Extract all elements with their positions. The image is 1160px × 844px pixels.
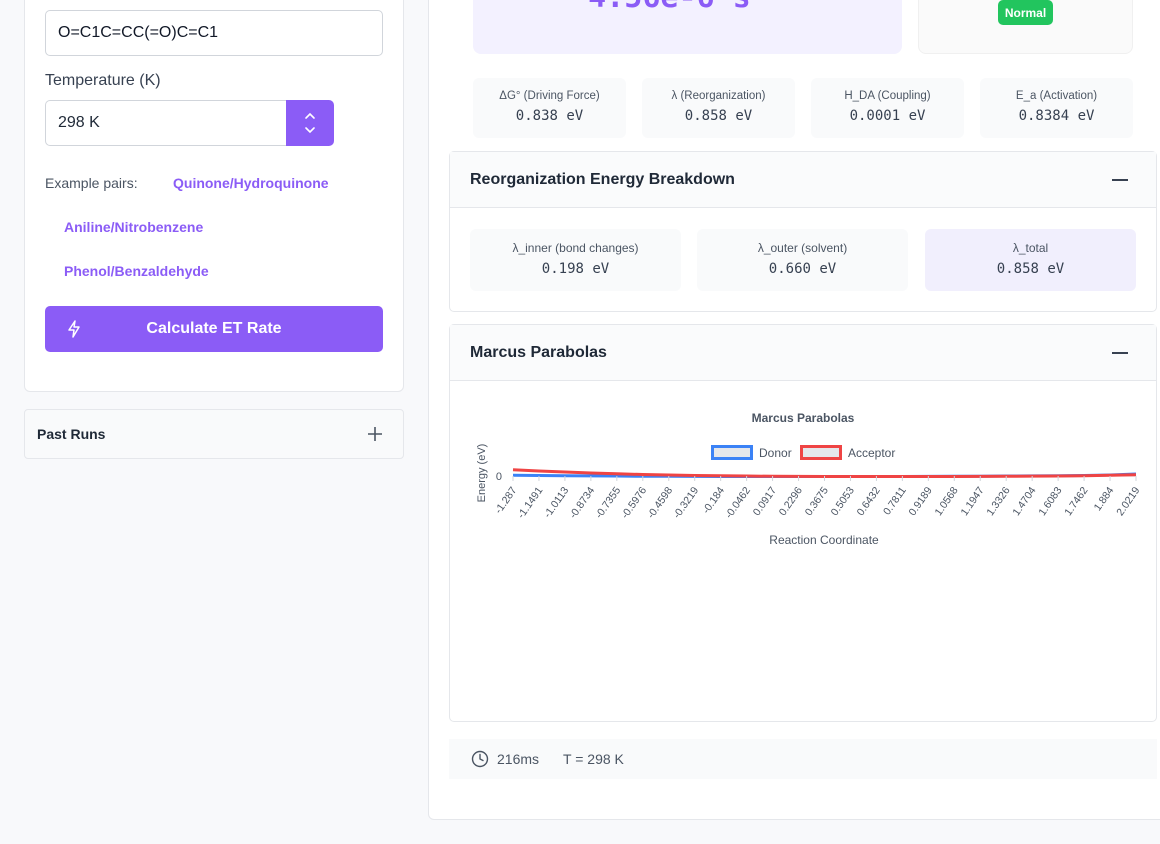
metric-value: 0.0001 eV xyxy=(849,108,926,124)
metric-value: 0.858 eV xyxy=(684,108,753,124)
temperature-label: Temperature (K) xyxy=(45,72,161,89)
collapse-icon[interactable] xyxy=(1112,179,1128,181)
legend-donor[interactable]: Donor xyxy=(711,445,792,460)
reorg-label: λ_inner (bond changes) xyxy=(512,241,639,255)
temperature-input[interactable]: 298 K xyxy=(45,100,287,146)
panel-title: Reorganization Energy Breakdown xyxy=(470,170,735,188)
legend-label: Donor xyxy=(759,445,792,460)
clock-icon xyxy=(471,750,489,768)
smiles-input[interactable]: O=C1C=CC(=O)C=C1 xyxy=(45,10,383,56)
status-badge: Normal xyxy=(998,0,1053,25)
metric-label: H_DA (Coupling) xyxy=(844,90,931,102)
marcus-parabolas-panel: Marcus Parabolas xyxy=(449,324,1157,722)
legend-acceptor[interactable]: Acceptor xyxy=(800,445,895,460)
reorg-value: 0.198 eV xyxy=(541,261,610,277)
reorg-inner: λ_inner (bond changes) 0.198 eV xyxy=(470,229,681,291)
legend-label: Acceptor xyxy=(848,445,896,460)
rate-display: 4.56e-6 s⁻¹ xyxy=(473,0,902,54)
reorg-label: λ_total xyxy=(1012,241,1049,255)
reorg-outer: λ_outer (solvent) 0.660 eV xyxy=(697,229,908,291)
et-rate-value: 4.56e-6 s⁻¹ xyxy=(473,0,902,15)
chevron-down-icon[interactable] xyxy=(304,126,316,134)
example-pairs-label: Example pairs: xyxy=(45,175,138,191)
metric-label: λ (Reorganization) xyxy=(671,90,766,102)
metric-label: ΔG° (Driving Force) xyxy=(499,90,600,102)
legend-swatch xyxy=(800,445,842,460)
calculate-button-label: Calculate ET Rate xyxy=(146,320,282,337)
metric-activation: E_a (Activation) 0.8384 eV xyxy=(980,78,1133,138)
collapse-icon[interactable] xyxy=(1112,352,1128,354)
example-quinone-hydroquinone[interactable]: Quinone/Hydroquinone xyxy=(173,175,329,191)
reorg-label: λ_outer (solvent) xyxy=(757,241,848,255)
panel-title: Marcus Parabolas xyxy=(470,343,607,361)
metric-label: E_a (Activation) xyxy=(1015,90,1098,102)
marcus-panel-header[interactable]: Marcus Parabolas xyxy=(450,325,1156,381)
past-runs-title: Past Runs xyxy=(37,426,106,442)
legend-swatch xyxy=(711,445,753,460)
footer-temperature: T = 298 K xyxy=(563,751,624,767)
metric-value: 0.8384 eV xyxy=(1018,108,1095,124)
footer-bar: 216ms T = 298 K xyxy=(449,739,1157,779)
reorg-total: λ_total 0.858 eV xyxy=(925,229,1136,291)
reorganization-panel-header[interactable]: Reorganization Energy Breakdown xyxy=(450,152,1156,208)
elapsed-time: 216ms xyxy=(497,751,540,767)
metric-reorganization: λ (Reorganization) 0.858 eV xyxy=(642,78,795,138)
metric-value: 0.838 eV xyxy=(515,108,584,124)
example-phenol-benzaldehyde[interactable]: Phenol/Benzaldehyde xyxy=(64,263,209,279)
reorg-value: 0.858 eV xyxy=(996,261,1065,277)
metric-coupling: H_DA (Coupling) 0.0001 eV xyxy=(811,78,964,138)
lightning-icon xyxy=(68,320,80,338)
calculate-et-rate-button[interactable]: Calculate ET Rate xyxy=(45,306,383,352)
reorg-value: 0.660 eV xyxy=(768,261,837,277)
chevron-up-icon[interactable] xyxy=(304,112,316,120)
past-runs-accordion[interactable]: Past Runs xyxy=(24,409,404,459)
chart-title: Marcus Parabolas xyxy=(751,411,855,425)
metric-driving-force: ΔG° (Driving Force) 0.838 eV xyxy=(473,78,626,138)
example-aniline-nitrobenzene[interactable]: Aniline/Nitrobenzene xyxy=(64,219,203,235)
plus-icon[interactable] xyxy=(367,426,383,442)
temperature-stepper[interactable] xyxy=(286,100,334,146)
